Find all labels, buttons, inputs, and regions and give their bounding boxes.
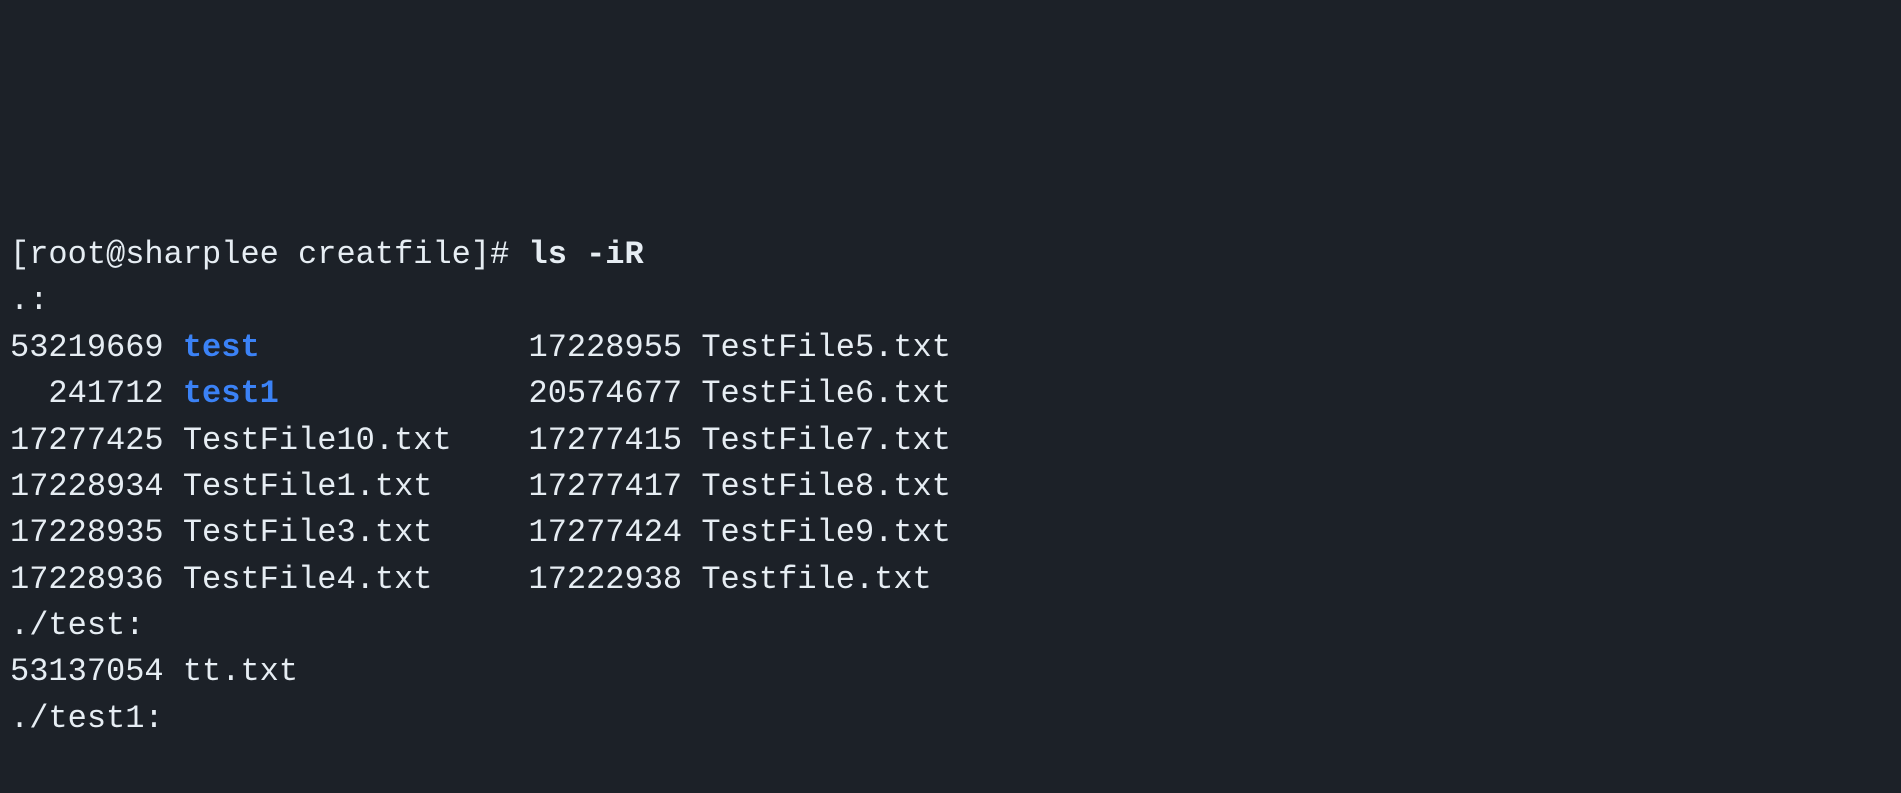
file-name: TestFile9.txt: [701, 514, 951, 551]
listing-row: 17228935 TestFile3.txt 17277424 TestFile…: [10, 510, 1891, 556]
inode-number: 17222938: [528, 561, 701, 598]
file-name: TestFile6.txt: [701, 375, 951, 412]
listing-row: 17228934 TestFile1.txt 17277417 TestFile…: [10, 464, 1891, 510]
listing-row: 241712 test1 20574677 TestFile6.txt: [10, 371, 1891, 417]
inode-number: 17277424: [528, 514, 701, 551]
file-name: TestFile3.txt: [183, 514, 433, 551]
inode-number: 17277425: [10, 422, 183, 459]
inode-number: 17228936: [10, 561, 183, 598]
inode-number: 20574677: [528, 375, 701, 412]
inode-number: 53219669: [10, 329, 183, 366]
listing-row: 17277425 TestFile10.txt 17277415 TestFil…: [10, 418, 1891, 464]
inode-number: 17228955: [528, 329, 701, 366]
file-name: TestFile7.txt: [701, 422, 951, 459]
terminal-output[interactable]: [root@sharplee creatfile]# ls -iR.:53219…: [0, 232, 1901, 742]
listing-row: 17228936 TestFile4.txt 17222938 Testfile…: [10, 557, 1891, 603]
file-name: TestFile8.txt: [701, 468, 951, 505]
inode-number: 53137054: [10, 653, 183, 690]
inode-number: 17228934: [10, 468, 183, 505]
listing-row: 53219669 test 17228955 TestFile5.txt: [10, 325, 1891, 371]
prompt-line: [root@sharplee creatfile]# ls -iR: [10, 232, 1891, 278]
inode-number: 17277417: [528, 468, 701, 505]
section-header: .:: [10, 278, 1891, 324]
section-header: ./test1:: [10, 696, 1891, 742]
command-text: ls -iR: [528, 236, 643, 273]
inode-number: 241712: [10, 375, 183, 412]
file-name: TestFile1.txt: [183, 468, 433, 505]
file-name: TestFile4.txt: [183, 561, 433, 598]
file-name: TestFile10.txt: [183, 422, 452, 459]
inode-number: 17277415: [528, 422, 701, 459]
file-name: Testfile.txt: [701, 561, 931, 598]
section-header: ./test:: [10, 603, 1891, 649]
file-name: TestFile5.txt: [701, 329, 951, 366]
directory-name: test1: [183, 375, 279, 412]
prompt-text: [root@sharplee creatfile]#: [10, 236, 528, 273]
directory-name: test: [183, 329, 260, 366]
listing-row: 53137054 tt.txt: [10, 649, 1891, 695]
ls-listing: .:53219669 test 17228955 TestFile5.txt 2…: [10, 278, 1891, 742]
inode-number: 17228935: [10, 514, 183, 551]
file-name: tt.txt: [183, 653, 298, 690]
